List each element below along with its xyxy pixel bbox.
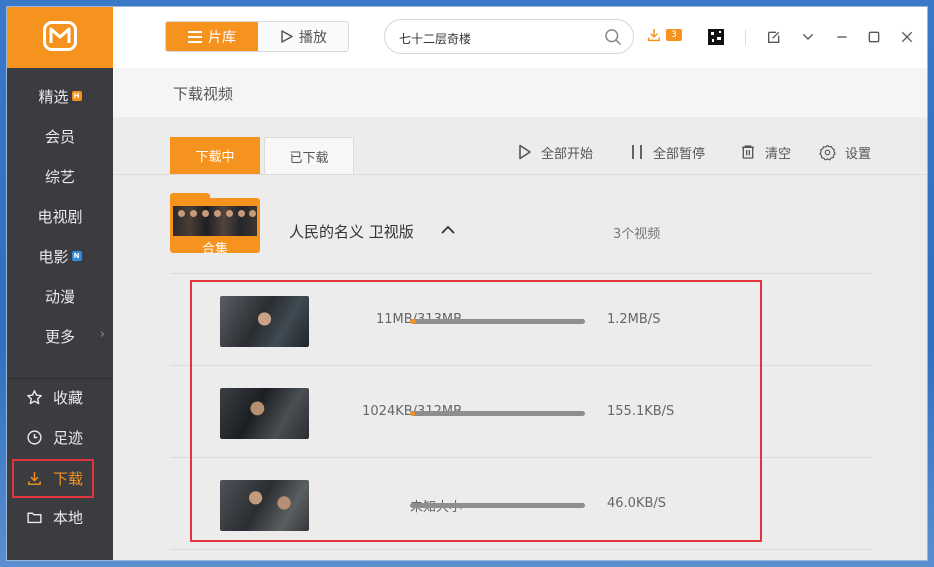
collection-thumbnail	[173, 206, 257, 236]
sidebar-item-label: 综艺	[44, 167, 75, 186]
close-icon[interactable]	[898, 28, 916, 46]
start-all-label: 全部开始	[541, 146, 594, 162]
sidebar-item-label: 动漫	[44, 287, 75, 306]
sidebar-item-vip[interactable]: 会员	[7, 117, 113, 155]
sidebar-item-favorites[interactable]: 收藏	[7, 378, 113, 416]
sidebar-item-label: 精选	[38, 87, 69, 106]
page-header: 下载视频	[113, 68, 927, 118]
new-badge: N	[71, 251, 82, 261]
search-input[interactable]	[397, 27, 597, 49]
minimize-icon[interactable]	[833, 28, 851, 46]
chevron-down-icon[interactable]	[799, 28, 817, 46]
maximize-icon[interactable]	[865, 28, 883, 46]
chevron-up-icon[interactable]	[439, 221, 457, 243]
sidebar-item-tv-series[interactable]: 电视剧	[7, 197, 113, 235]
sidebar: 精选 H 会员 综艺 电视剧 电影 N 动漫 更多 › 收藏 足迹 下载 本地	[7, 7, 113, 560]
tab-downloading[interactable]: 下载中	[170, 137, 260, 174]
search-icon[interactable]	[603, 27, 623, 51]
annotation-highlight-box	[190, 280, 762, 542]
folder-icon	[25, 508, 43, 526]
play-icon	[281, 30, 293, 43]
menu-icon	[188, 30, 202, 43]
trash-icon	[740, 144, 756, 160]
logo-area[interactable]	[7, 7, 113, 68]
annotation-highlight-box	[12, 459, 94, 498]
sidebar-item-more[interactable]: 更多 ›	[7, 317, 113, 355]
pause-all-label: 全部暂停	[653, 146, 706, 162]
download-count-badge: 3	[666, 29, 682, 41]
sidebar-item-history[interactable]: 足迹	[7, 418, 113, 456]
settings-label: 设置	[845, 146, 872, 162]
sidebar-item-label: 本地	[53, 508, 84, 527]
star-icon	[25, 388, 43, 406]
sidebar-item-movies[interactable]: 电影 N	[7, 237, 113, 275]
sidebar-item-label: 收藏	[53, 388, 84, 407]
pause-icon	[630, 144, 644, 160]
feedback-icon[interactable]	[765, 28, 783, 46]
sidebar-item-label: 电视剧	[37, 207, 83, 226]
library-button[interactable]: 片库	[166, 22, 258, 51]
sidebar-item-anime[interactable]: 动漫	[7, 277, 113, 315]
collection-folder[interactable]: 合集	[170, 193, 260, 257]
app-window: 精选 H 会员 综艺 电视剧 电影 N 动漫 更多 › 收藏 足迹 下载 本地 …	[7, 7, 927, 560]
sidebar-item-label: 电影	[38, 247, 69, 266]
toolbar-divider	[745, 29, 746, 45]
clock-icon	[25, 428, 43, 446]
folder-label: 合集	[201, 242, 228, 257]
qr-code-icon[interactable]	[708, 29, 724, 45]
play-label: 播放	[299, 29, 327, 46]
gear-icon	[819, 144, 836, 161]
library-label: 片库	[208, 29, 236, 46]
download-status-button[interactable]: 3	[646, 27, 682, 43]
tabs-divider	[113, 174, 927, 175]
sidebar-item-local[interactable]: 本地	[7, 498, 113, 536]
video-count: 3个视频	[613, 227, 661, 242]
top-bar: 片库 播放 3	[113, 7, 927, 68]
page-title: 下载视频	[173, 85, 234, 103]
clear-label: 清空	[765, 146, 792, 162]
view-switcher: 片库 播放	[165, 21, 349, 52]
play-icon	[518, 144, 532, 160]
hot-badge: H	[71, 91, 82, 101]
collection-title: 人民的名义 卫视版	[289, 223, 414, 241]
sidebar-item-label: 更多	[44, 327, 75, 346]
start-all-button[interactable]: 全部开始	[518, 142, 593, 162]
sidebar-item-featured[interactable]: 精选 H	[7, 77, 113, 115]
chevron-right-icon: ›	[99, 327, 105, 342]
clear-button[interactable]: 清空	[740, 142, 791, 162]
tab-downloaded[interactable]: 已下载	[264, 137, 354, 174]
sidebar-item-label: 足迹	[53, 428, 84, 447]
download-icon	[646, 27, 662, 43]
mgtv-logo-icon	[43, 21, 77, 51]
sidebar-item-label: 会员	[44, 127, 75, 146]
search-box	[384, 19, 634, 54]
sidebar-item-variety[interactable]: 综艺	[7, 157, 113, 195]
folder-body: 合集	[170, 198, 260, 257]
play-button[interactable]: 播放	[258, 22, 348, 51]
pause-all-button[interactable]: 全部暂停	[630, 142, 705, 162]
settings-button[interactable]: 设置	[819, 142, 871, 162]
